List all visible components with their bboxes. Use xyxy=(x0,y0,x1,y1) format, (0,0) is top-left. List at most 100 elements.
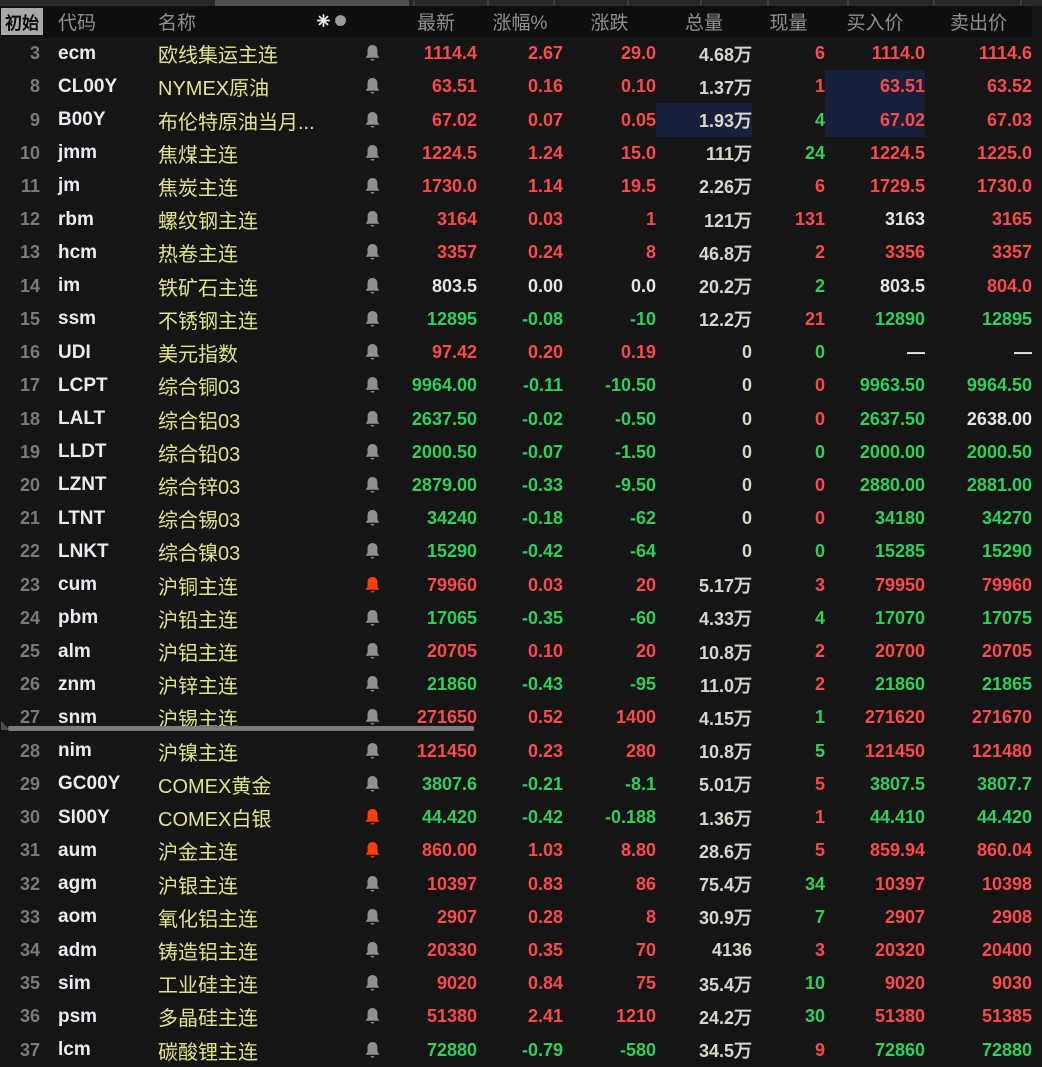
bell-icon[interactable] xyxy=(350,509,395,528)
column-header-totvol[interactable]: 总量 xyxy=(656,8,752,35)
table-row[interactable]: 18 LALT 综合铝03 2637.50 -0.02 -0.50 0 0 2637.50 263… xyxy=(0,402,1032,435)
dot-icon xyxy=(334,11,347,33)
bell-icon[interactable] xyxy=(350,841,395,860)
column-header-curvol[interactable]: 现量 xyxy=(752,8,825,35)
bell-icon[interactable] xyxy=(350,77,395,96)
table-row[interactable]: 23 cum 沪铜主连 79960 0.03 20 5.17万 3 79950 79960 xyxy=(0,569,1032,602)
bell-icon[interactable] xyxy=(350,44,395,63)
bell-icon[interactable] xyxy=(350,144,395,163)
bell-icon[interactable] xyxy=(350,808,395,827)
bell-icon[interactable] xyxy=(350,1007,395,1026)
cell-row-number: 19 xyxy=(19,441,40,462)
table-row[interactable]: 36 psm 多晶硅主连 51380 2.41 1210 24.2万 30 51380 51385 xyxy=(0,1000,1032,1033)
bell-icon[interactable] xyxy=(350,277,395,296)
cell-ask: 79960 xyxy=(981,574,1032,595)
table-row[interactable]: 24 pbm 沪铅主连 17065 -0.35 -60 4.33万 4 17070 17075 xyxy=(0,602,1032,635)
table-row[interactable]: 25 alm 沪铝主连 20705 0.10 20 10.8万 2 20700 20705 xyxy=(0,635,1032,668)
table-row[interactable]: 14 im 铁矿石主连 803.5 0.00 0.0 20.2万 2 803.5 804.0 xyxy=(0,270,1032,303)
bell-icon[interactable] xyxy=(350,111,395,130)
bell-icon[interactable] xyxy=(350,775,395,794)
table-row[interactable]: 37 lcm 碳酸锂主连 72880 -0.79 -580 34.5万 9 72860 72880 xyxy=(0,1034,1032,1067)
cell-chg: -0.50 xyxy=(614,408,656,429)
cell-name: 沪铝主连 xyxy=(158,643,238,666)
table-row[interactable]: 19 LLDT 综合铅03 2000.50 -0.07 -1.50 0 0 2000.00 200… xyxy=(0,436,1032,469)
cell-curvol: 7 xyxy=(814,906,825,927)
bell-icon[interactable] xyxy=(350,542,395,561)
cell-chg: -8.1 xyxy=(624,773,656,794)
table-row[interactable]: 28 nim 沪镍主连 121450 0.23 280 10.8万 5 121450 121480 xyxy=(0,735,1032,768)
table-row[interactable]: 33 aom 氧化铝主连 2907 0.28 8 30.9万 7 2907 2908 xyxy=(0,901,1032,934)
bell-icon[interactable] xyxy=(350,310,395,329)
cell-bid: 3807.5 xyxy=(869,773,925,794)
table-row[interactable]: 15 ssm 不锈钢主连 12895 -0.08 -10 12.2万 21 12890 12895 xyxy=(0,303,1032,336)
cell-latest: 3807.6 xyxy=(421,773,477,794)
bell-icon[interactable] xyxy=(350,875,395,894)
column-header-pct[interactable]: 涨幅% xyxy=(477,8,563,35)
cell-code: LTNT xyxy=(58,507,106,529)
cell-ask: 860.04 xyxy=(976,840,1032,861)
table-row[interactable]: 30 SI00Y COMEX白银 44.420 -0.42 -0.188 1.36万 1 44.… xyxy=(0,801,1032,834)
table-row[interactable]: 32 agm 沪银主连 10397 0.83 86 75.4万 34 10397 10398 xyxy=(0,867,1032,900)
table-row[interactable]: 22 LNKT 综合镍03 15290 -0.42 -64 0 0 15285 15290 xyxy=(0,535,1032,568)
table-row[interactable]: 34 adm 铸造铝主连 20330 0.35 70 4136 3 20320 20400 xyxy=(0,934,1032,967)
bell-icon[interactable] xyxy=(350,243,395,262)
bell-icon[interactable] xyxy=(350,410,395,429)
horizontal-scrollbar-thumb[interactable] xyxy=(8,726,474,731)
cell-latest: 9020 xyxy=(436,973,477,994)
bell-icon[interactable] xyxy=(350,1041,395,1060)
bell-icon[interactable] xyxy=(350,476,395,495)
table-header: 初始 代码 名称 最新 涨幅% 涨跌 总量 现量 买入价 卖出价 xyxy=(0,6,1032,37)
bell-icon[interactable] xyxy=(350,742,395,761)
cell-code: rbm xyxy=(58,208,94,230)
bell-icon[interactable] xyxy=(350,177,395,196)
table-row[interactable]: 10 jmm 焦煤主连 1224.5 1.24 15.0 111万 24 1224.5 1225.… xyxy=(0,137,1032,170)
cell-chg: 8 xyxy=(645,906,656,927)
cell-name: 沪铜主连 xyxy=(158,576,238,599)
table-row[interactable]: 11 jm 焦炭主连 1730.0 1.14 19.5 2.26万 6 1729.5 1730.0 xyxy=(0,170,1032,203)
bell-icon[interactable] xyxy=(350,675,395,694)
column-header-ask[interactable]: 卖出价 xyxy=(925,8,1032,35)
cell-bid: 10397 xyxy=(874,873,925,894)
bell-icon[interactable] xyxy=(350,941,395,960)
bell-icon[interactable] xyxy=(350,708,395,727)
bell-icon[interactable] xyxy=(350,210,395,229)
bell-icon[interactable] xyxy=(350,443,395,462)
bell-icon[interactable] xyxy=(350,609,395,628)
table-row[interactable]: 29 GC00Y COMEX黄金 3807.6 -0.21 -8.1 5.01万 5 3807.… xyxy=(0,768,1032,801)
column-header-code[interactable]: 代码 xyxy=(40,8,158,35)
table-row[interactable]: 9 B00Y 布伦特原油当月... 67.02 0.07 0.05 1.93万 4 67.02 6… xyxy=(0,103,1032,137)
table-row[interactable]: 21 LTNT 综合锡03 34240 -0.18 -62 0 0 34180 34270 xyxy=(0,502,1032,535)
cell-pct: -0.79 xyxy=(521,1039,563,1060)
column-header-bid[interactable]: 买入价 xyxy=(825,8,925,35)
cell-latest: 2907 xyxy=(436,906,477,927)
cell-name: COMEX黄金 xyxy=(158,775,272,798)
cell-curvol: 2 xyxy=(814,242,825,263)
bell-icon[interactable] xyxy=(350,376,395,395)
table-row[interactable]: 12 rbm 螺纹钢主连 3164 0.03 1 121万 131 3163 3165 xyxy=(0,203,1032,236)
bell-icon[interactable] xyxy=(350,974,395,993)
table-row[interactable]: 8 CL00Y NYMEX原油 63.51 0.16 0.10 1.37万 1 63.51 63.… xyxy=(0,70,1032,104)
cell-code: ecm xyxy=(58,42,97,64)
cell-curvol: 0 xyxy=(814,441,825,462)
table-row[interactable]: 35 sim 工业硅主连 9020 0.84 75 35.4万 10 9020 9030 xyxy=(0,967,1032,1000)
table-row[interactable]: 17 LCPT 综合铜03 9964.00 -0.11 -10.50 0 0 9963.50 99… xyxy=(0,369,1032,402)
cell-bid: 72860 xyxy=(874,1039,925,1060)
bell-icon[interactable] xyxy=(350,576,395,595)
table-row[interactable]: 31 aum 沪金主连 860.00 1.03 8.80 28.6万 5 859.94 860.0… xyxy=(0,834,1032,867)
column-header-name[interactable]: 名称 xyxy=(158,8,350,35)
table-row[interactable]: 3 ecm 欧线集运主连 1114.4 2.67 29.0 4.68万 6 1114.0 1114… xyxy=(0,37,1032,70)
bell-icon[interactable] xyxy=(350,642,395,661)
cell-curvol: 6 xyxy=(814,43,825,64)
column-header-chg[interactable]: 涨跌 xyxy=(563,8,656,35)
table-row[interactable]: 26 znm 沪锌主连 21860 -0.43 -95 11.0万 2 21860 21865 xyxy=(0,668,1032,701)
bell-icon[interactable] xyxy=(350,343,395,362)
column-header-latest[interactable]: 最新 xyxy=(395,8,477,35)
table-row[interactable]: 16 UDI 美元指数 97.42 0.20 0.19 0 0 — — xyxy=(0,336,1032,369)
bell-icon[interactable] xyxy=(350,908,395,927)
cell-totvol: 5.01万 xyxy=(698,775,752,796)
cell-chg: 0.19 xyxy=(620,342,656,363)
table-row[interactable]: 13 hcm 热卷主连 3357 0.24 8 46.8万 2 3356 3357 xyxy=(0,236,1032,269)
table-row[interactable]: 20 LZNT 综合锌03 2879.00 -0.33 -9.50 0 0 2880.00 288… xyxy=(0,469,1032,502)
corner-tab[interactable]: 初始 xyxy=(1,8,43,35)
cell-chg: 8.80 xyxy=(620,840,656,861)
